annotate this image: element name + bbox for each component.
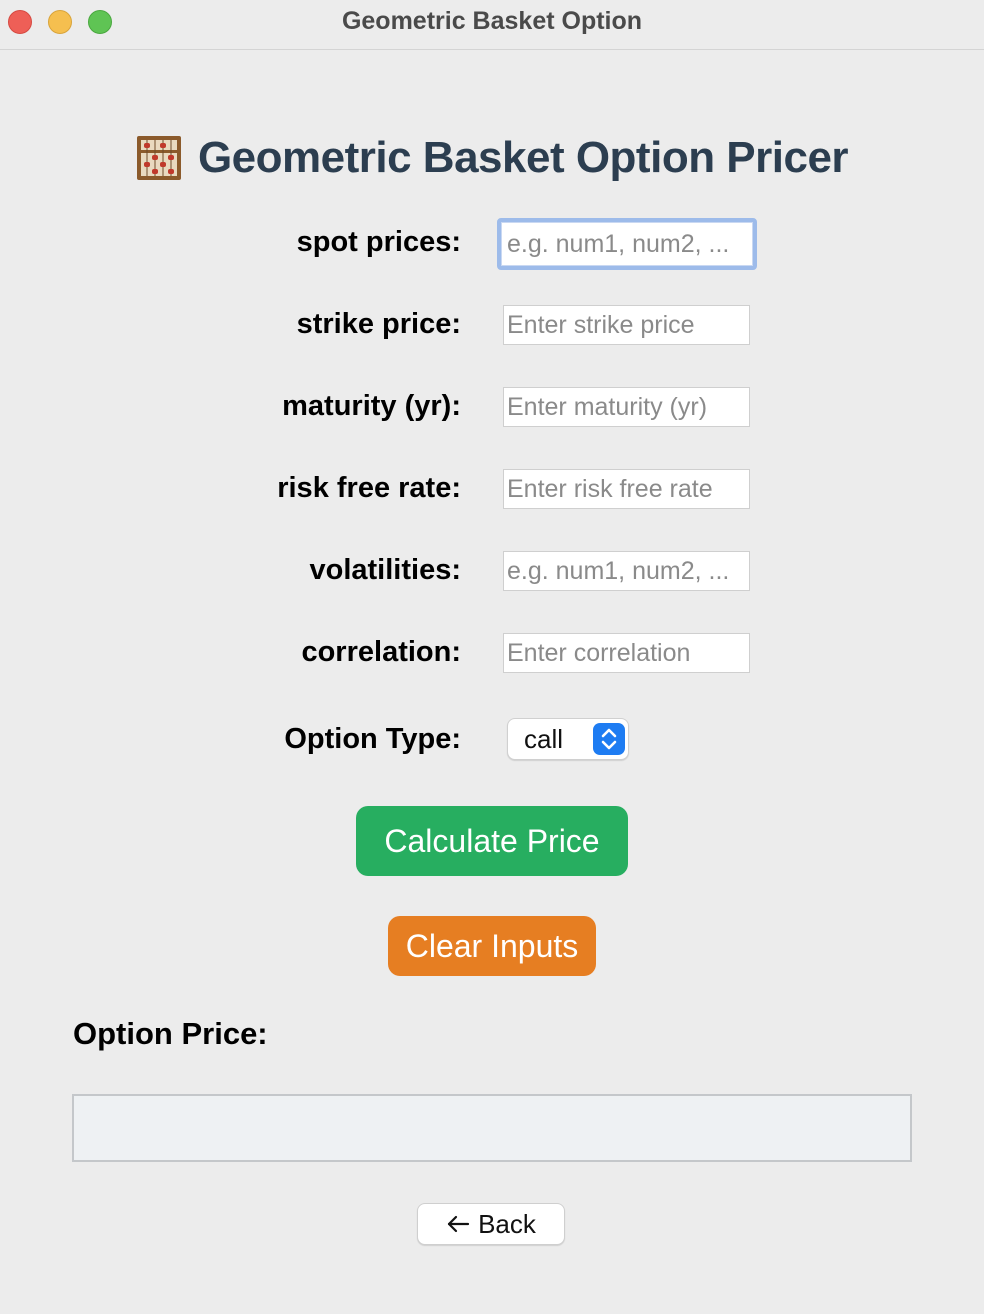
risk-free-rate-label: risk free rate: (277, 472, 461, 504)
strike-price-input[interactable] (503, 305, 750, 345)
back-button[interactable]: Back (417, 1203, 565, 1245)
maturity-input[interactable] (503, 387, 750, 427)
maturity-label: maturity (yr): (282, 390, 461, 422)
spot-prices-input[interactable] (497, 218, 757, 270)
window-titlebar: Geometric Basket Option (0, 0, 984, 50)
arrow-left-icon (446, 1215, 470, 1233)
correlation-input[interactable] (503, 633, 750, 673)
clear-inputs-button[interactable]: Clear Inputs (388, 916, 596, 976)
page-heading: Geometric Basket Option Pricer (0, 128, 984, 188)
chevron-up-down-icon (593, 723, 625, 755)
back-button-label: Back (478, 1208, 536, 1239)
option-price-output (72, 1094, 912, 1162)
window-title: Geometric Basket Option (341, 7, 643, 35)
correlation-label: correlation: (301, 636, 461, 668)
option-price-label: Option Price: (73, 1016, 268, 1051)
option-type-select[interactable]: call (507, 718, 629, 760)
option-type-label: Option Type: (284, 723, 461, 755)
volatilities-input[interactable] (503, 551, 750, 591)
risk-free-rate-input[interactable] (503, 469, 750, 509)
page-title: Geometric Basket Option Pricer (197, 133, 849, 182)
abacus-icon (136, 135, 182, 181)
option-type-value: call (524, 724, 564, 754)
spot-prices-label: spot prices: (296, 226, 461, 258)
calculate-price-button[interactable]: Calculate Price (356, 806, 628, 876)
strike-price-label: strike price: (296, 308, 461, 340)
volatilities-label: volatilities: (309, 554, 462, 586)
